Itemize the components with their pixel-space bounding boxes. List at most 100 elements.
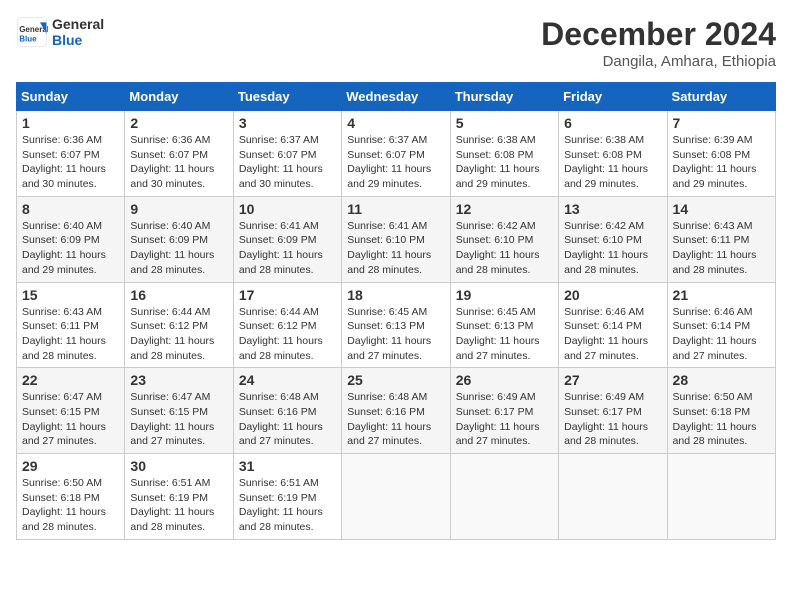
calendar-cell bbox=[450, 454, 558, 540]
calendar-week-row: 29Sunrise: 6:50 AM Sunset: 6:18 PM Dayli… bbox=[17, 454, 776, 540]
day-number: 16 bbox=[130, 287, 227, 303]
calendar-cell: 6 Sunrise: 6:38 AM Sunset: 6:08 PM Daylig… bbox=[559, 111, 667, 197]
calendar-table: SundayMondayTuesdayWednesdayThursdayFrid… bbox=[16, 82, 776, 540]
day-info: Sunrise: 6:51 AM Sunset: 6:19 PM Dayligh… bbox=[239, 476, 336, 535]
calendar-cell: 25 Sunrise: 6:48 AM Sunset: 6:16 PM Dayli… bbox=[342, 368, 450, 454]
day-number: 17 bbox=[239, 287, 336, 303]
col-header-tuesday: Tuesday bbox=[233, 83, 341, 111]
calendar-cell: 31 Sunrise: 6:51 AM Sunset: 6:19 PM Dayli… bbox=[233, 454, 341, 540]
day-number: 30 bbox=[130, 458, 227, 474]
day-number: 12 bbox=[456, 201, 553, 217]
logo: General Blue General Blue bbox=[16, 16, 104, 48]
day-info: Sunrise: 6:45 AM Sunset: 6:13 PM Dayligh… bbox=[347, 305, 444, 364]
day-number: 31 bbox=[239, 458, 336, 474]
svg-text:Blue: Blue bbox=[19, 35, 37, 44]
day-number: 26 bbox=[456, 372, 553, 388]
col-header-sunday: Sunday bbox=[17, 83, 125, 111]
day-info: Sunrise: 6:46 AM Sunset: 6:14 PM Dayligh… bbox=[564, 305, 661, 364]
day-number: 1 bbox=[22, 115, 119, 131]
calendar-cell: 8 Sunrise: 6:40 AM Sunset: 6:09 PM Daylig… bbox=[17, 196, 125, 282]
calendar-cell: 27 Sunrise: 6:49 AM Sunset: 6:17 PM Dayli… bbox=[559, 368, 667, 454]
day-number: 3 bbox=[239, 115, 336, 131]
day-number: 27 bbox=[564, 372, 661, 388]
logo-text-blue: Blue bbox=[52, 32, 104, 48]
day-info: Sunrise: 6:39 AM Sunset: 6:08 PM Dayligh… bbox=[673, 133, 770, 192]
day-number: 9 bbox=[130, 201, 227, 217]
calendar-cell: 17Sunrise: 6:44 AM Sunset: 6:12 PM Dayli… bbox=[233, 282, 341, 368]
day-info: Sunrise: 6:38 AM Sunset: 6:08 PM Dayligh… bbox=[564, 133, 661, 192]
day-info: Sunrise: 6:40 AM Sunset: 6:09 PM Dayligh… bbox=[130, 219, 227, 278]
calendar-cell: 4Sunrise: 6:37 AM Sunset: 6:07 PM Daylig… bbox=[342, 111, 450, 197]
day-number: 23 bbox=[130, 372, 227, 388]
day-number: 29 bbox=[22, 458, 119, 474]
calendar-cell: 26Sunrise: 6:49 AM Sunset: 6:17 PM Dayli… bbox=[450, 368, 558, 454]
col-header-monday: Monday bbox=[125, 83, 233, 111]
day-info: Sunrise: 6:50 AM Sunset: 6:18 PM Dayligh… bbox=[673, 390, 770, 449]
calendar-cell: 10Sunrise: 6:41 AM Sunset: 6:09 PM Dayli… bbox=[233, 196, 341, 282]
day-number: 20 bbox=[564, 287, 661, 303]
calendar-week-row: 1 Sunrise: 6:36 AM Sunset: 6:07 PM Daylig… bbox=[17, 111, 776, 197]
calendar-cell: 30 Sunrise: 6:51 AM Sunset: 6:19 PM Dayli… bbox=[125, 454, 233, 540]
day-info: Sunrise: 6:36 AM Sunset: 6:07 PM Dayligh… bbox=[130, 133, 227, 192]
day-number: 6 bbox=[564, 115, 661, 131]
day-number: 22 bbox=[22, 372, 119, 388]
calendar-cell: 20 Sunrise: 6:46 AM Sunset: 6:14 PM Dayli… bbox=[559, 282, 667, 368]
calendar-header-row: SundayMondayTuesdayWednesdayThursdayFrid… bbox=[17, 83, 776, 111]
day-number: 8 bbox=[22, 201, 119, 217]
calendar-cell: 13 Sunrise: 6:42 AM Sunset: 6:10 PM Dayli… bbox=[559, 196, 667, 282]
day-info: Sunrise: 6:47 AM Sunset: 6:15 PM Dayligh… bbox=[22, 390, 119, 449]
day-info: Sunrise: 6:49 AM Sunset: 6:17 PM Dayligh… bbox=[564, 390, 661, 449]
day-info: Sunrise: 6:41 AM Sunset: 6:09 PM Dayligh… bbox=[239, 219, 336, 278]
col-header-friday: Friday bbox=[559, 83, 667, 111]
title-block: December 2024 Dangila, Amhara, Ethiopia bbox=[541, 16, 776, 70]
calendar-cell: 9 Sunrise: 6:40 AM Sunset: 6:09 PM Daylig… bbox=[125, 196, 233, 282]
col-header-wednesday: Wednesday bbox=[342, 83, 450, 111]
calendar-cell: 7 Sunrise: 6:39 AM Sunset: 6:08 PM Daylig… bbox=[667, 111, 775, 197]
logo-icon: General Blue bbox=[16, 16, 48, 48]
day-info: Sunrise: 6:42 AM Sunset: 6:10 PM Dayligh… bbox=[564, 219, 661, 278]
calendar-week-row: 22 Sunrise: 6:47 AM Sunset: 6:15 PM Dayli… bbox=[17, 368, 776, 454]
calendar-cell: 15Sunrise: 6:43 AM Sunset: 6:11 PM Dayli… bbox=[17, 282, 125, 368]
day-number: 21 bbox=[673, 287, 770, 303]
day-info: Sunrise: 6:37 AM Sunset: 6:07 PM Dayligh… bbox=[347, 133, 444, 192]
calendar-week-row: 15Sunrise: 6:43 AM Sunset: 6:11 PM Dayli… bbox=[17, 282, 776, 368]
day-info: Sunrise: 6:43 AM Sunset: 6:11 PM Dayligh… bbox=[673, 219, 770, 278]
page-header: General Blue General Blue December 2024 … bbox=[16, 16, 776, 70]
day-info: Sunrise: 6:37 AM Sunset: 6:07 PM Dayligh… bbox=[239, 133, 336, 192]
day-number: 7 bbox=[673, 115, 770, 131]
calendar-cell: 18 Sunrise: 6:45 AM Sunset: 6:13 PM Dayli… bbox=[342, 282, 450, 368]
col-header-thursday: Thursday bbox=[450, 83, 558, 111]
day-info: Sunrise: 6:40 AM Sunset: 6:09 PM Dayligh… bbox=[22, 219, 119, 278]
day-number: 19 bbox=[456, 287, 553, 303]
calendar-cell: 22 Sunrise: 6:47 AM Sunset: 6:15 PM Dayli… bbox=[17, 368, 125, 454]
calendar-cell: 23Sunrise: 6:47 AM Sunset: 6:15 PM Dayli… bbox=[125, 368, 233, 454]
calendar-week-row: 8 Sunrise: 6:40 AM Sunset: 6:09 PM Daylig… bbox=[17, 196, 776, 282]
day-number: 28 bbox=[673, 372, 770, 388]
calendar-cell bbox=[342, 454, 450, 540]
day-number: 24 bbox=[239, 372, 336, 388]
day-number: 13 bbox=[564, 201, 661, 217]
calendar-cell: 5Sunrise: 6:38 AM Sunset: 6:08 PM Daylig… bbox=[450, 111, 558, 197]
day-number: 25 bbox=[347, 372, 444, 388]
day-info: Sunrise: 6:43 AM Sunset: 6:11 PM Dayligh… bbox=[22, 305, 119, 364]
day-info: Sunrise: 6:51 AM Sunset: 6:19 PM Dayligh… bbox=[130, 476, 227, 535]
logo-text-general: General bbox=[52, 16, 104, 32]
day-info: Sunrise: 6:48 AM Sunset: 6:16 PM Dayligh… bbox=[347, 390, 444, 449]
day-info: Sunrise: 6:45 AM Sunset: 6:13 PM Dayligh… bbox=[456, 305, 553, 364]
calendar-cell: 1 Sunrise: 6:36 AM Sunset: 6:07 PM Daylig… bbox=[17, 111, 125, 197]
calendar-cell: 19 Sunrise: 6:45 AM Sunset: 6:13 PM Dayli… bbox=[450, 282, 558, 368]
day-number: 2 bbox=[130, 115, 227, 131]
calendar-cell: 12 Sunrise: 6:42 AM Sunset: 6:10 PM Dayli… bbox=[450, 196, 558, 282]
calendar-cell: 28 Sunrise: 6:50 AM Sunset: 6:18 PM Dayli… bbox=[667, 368, 775, 454]
calendar-cell: 2 Sunrise: 6:36 AM Sunset: 6:07 PM Daylig… bbox=[125, 111, 233, 197]
col-header-saturday: Saturday bbox=[667, 83, 775, 111]
day-info: Sunrise: 6:42 AM Sunset: 6:10 PM Dayligh… bbox=[456, 219, 553, 278]
location-subtitle: Dangila, Amhara, Ethiopia bbox=[541, 53, 776, 70]
day-info: Sunrise: 6:41 AM Sunset: 6:10 PM Dayligh… bbox=[347, 219, 444, 278]
day-info: Sunrise: 6:36 AM Sunset: 6:07 PM Dayligh… bbox=[22, 133, 119, 192]
calendar-cell bbox=[559, 454, 667, 540]
calendar-body: 1 Sunrise: 6:36 AM Sunset: 6:07 PM Daylig… bbox=[17, 111, 776, 540]
day-number: 18 bbox=[347, 287, 444, 303]
calendar-cell bbox=[667, 454, 775, 540]
day-info: Sunrise: 6:38 AM Sunset: 6:08 PM Dayligh… bbox=[456, 133, 553, 192]
